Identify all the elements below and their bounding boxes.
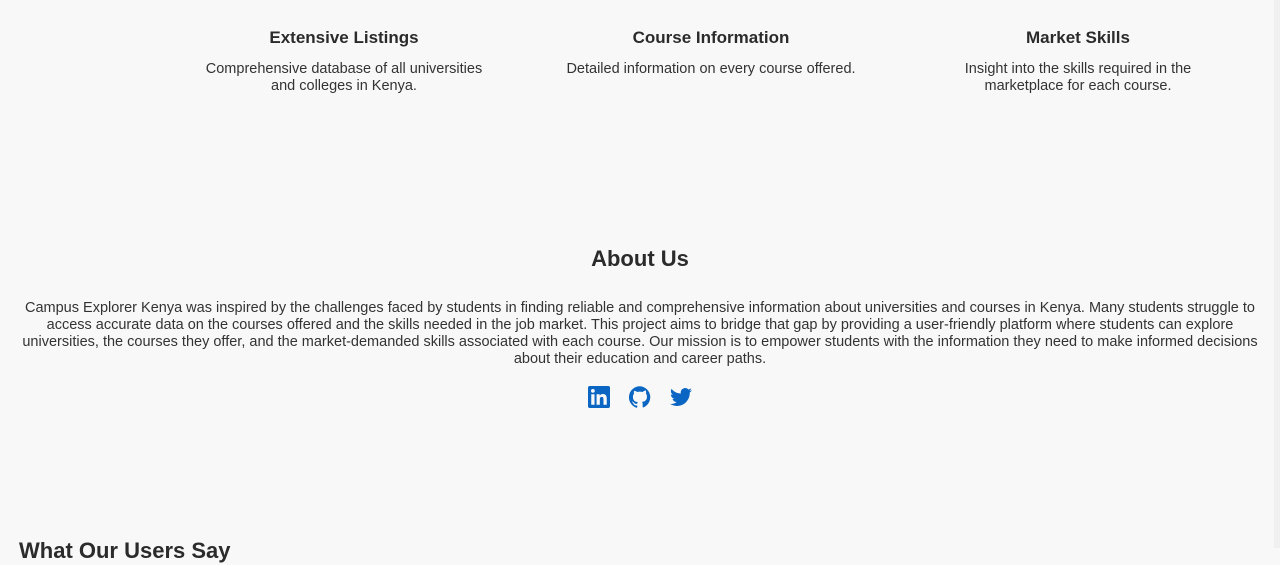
feature-description: Comprehensive database of all universiti…: [205, 61, 483, 94]
users-say-heading: What Our Users Say: [19, 538, 231, 563]
page-scrollbar[interactable]: [1274, 0, 1280, 548]
feature-course-information: Course Information Detailed information …: [561, 27, 861, 78]
feature-title: Course Information: [632, 28, 790, 47]
feature-description: Insight into the skills required in the …: [964, 61, 1192, 94]
github-link[interactable]: [629, 385, 652, 408]
feature-extensive-listings: Extensive Listings Comprehensive databas…: [194, 27, 494, 95]
github-icon: [629, 385, 651, 408]
feature-title: Extensive Listings: [269, 28, 419, 47]
twitter-link[interactable]: [670, 385, 693, 408]
about-section: About Us Campus Explorer Kenya was inspi…: [0, 245, 1280, 408]
twitter-icon: [670, 387, 692, 406]
social-links: [0, 385, 1280, 408]
linkedin-link[interactable]: [588, 385, 611, 408]
about-title: About Us: [591, 246, 689, 271]
about-text: Campus Explorer Kenya was inspired by th…: [22, 300, 1258, 367]
features-section: Extensive Listings Comprehensive databas…: [0, 0, 1280, 130]
linkedin-icon: [588, 385, 610, 408]
feature-title: Market Skills: [1026, 28, 1130, 47]
feature-description: Detailed information on every course off…: [566, 61, 856, 77]
feature-market-skills: Market Skills Insight into the skills re…: [928, 27, 1228, 95]
